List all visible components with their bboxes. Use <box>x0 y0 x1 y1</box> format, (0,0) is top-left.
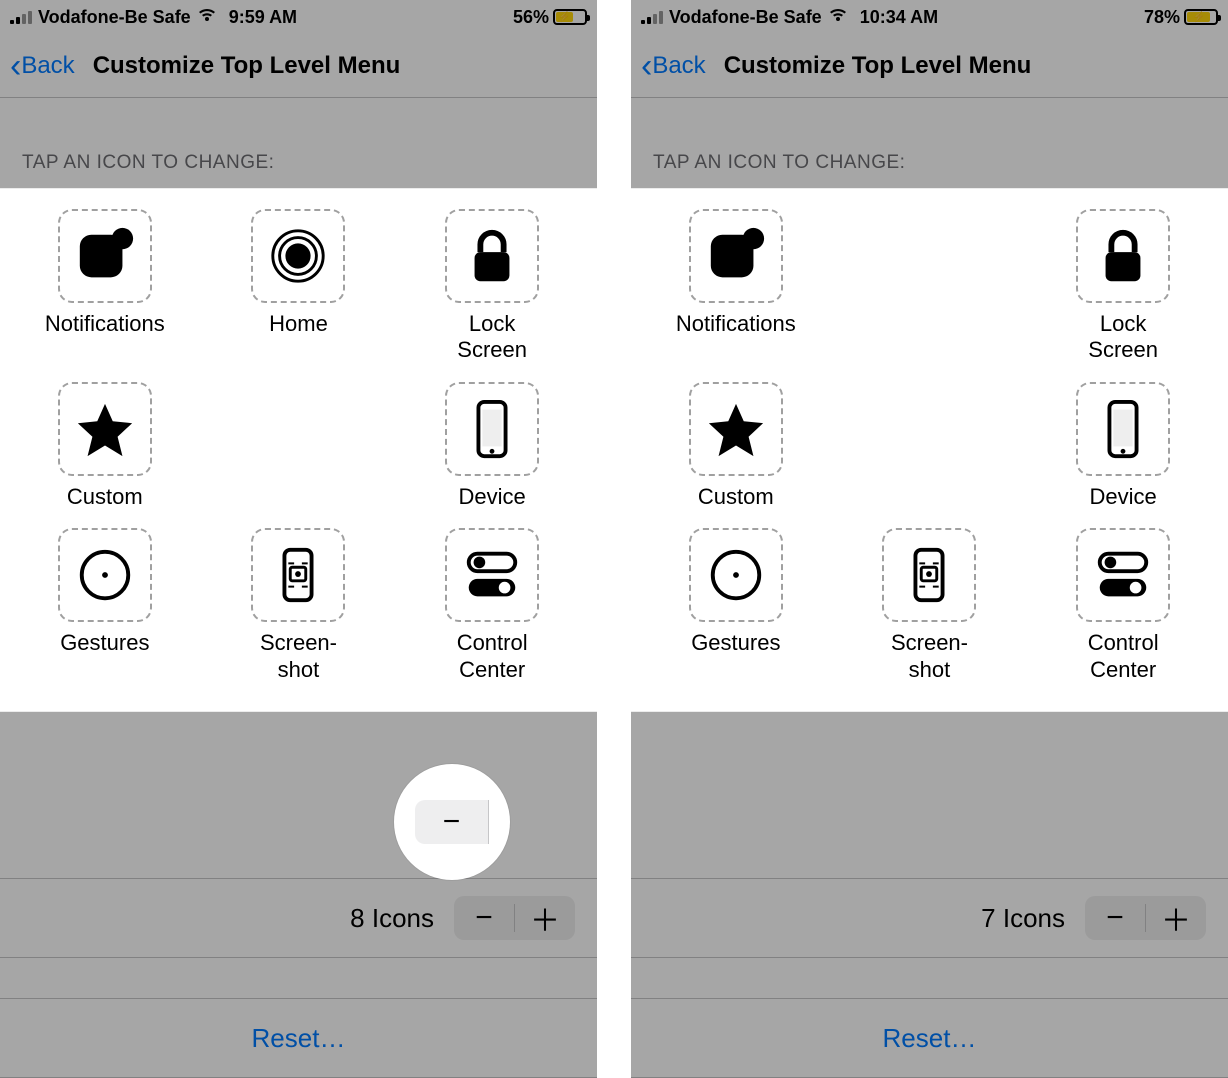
menu-item-label: Device <box>1090 484 1157 510</box>
menu-item-control[interactable]: Control Center <box>422 528 562 683</box>
menu-item-label: Device <box>459 484 526 510</box>
menu-item-label: Notifications <box>676 311 796 337</box>
notifications-icon <box>689 209 783 303</box>
battery-pct: 56% <box>513 7 549 28</box>
menu-item-label: Home <box>269 311 328 337</box>
stepper-minus-button[interactable]: − <box>454 896 514 940</box>
signal-icon <box>10 10 32 24</box>
gestures-icon <box>689 528 783 622</box>
icon-grid: Notifications Home Lock Screen Custom Device… <box>28 209 569 683</box>
menu-item-label: Control Center <box>457 630 528 683</box>
chevron-left-icon: ‹ <box>641 49 652 83</box>
device-icon <box>445 382 539 476</box>
page-title: Customize Top Level Menu <box>93 52 401 80</box>
home-icon <box>251 209 345 303</box>
device-icon <box>1076 382 1170 476</box>
icon-count-stepper[interactable]: − ＋ <box>454 896 575 940</box>
screenshot-icon <box>251 528 345 622</box>
menu-item-screenshot[interactable]: Screen- shot <box>859 528 999 683</box>
clock-label: 9:59 AM <box>229 7 297 28</box>
battery-icon: ⚡ <box>1184 9 1218 25</box>
clock-label: 10:34 AM <box>860 7 938 28</box>
menu-item-lock[interactable]: Lock Screen <box>1053 209 1193 364</box>
lock-icon <box>1076 209 1170 303</box>
menu-item-label: Custom <box>698 484 774 510</box>
menu-item-label: Control Center <box>1088 630 1159 683</box>
menu-item-label: Screen- shot <box>891 630 968 683</box>
menu-item-device[interactable]: Device <box>1053 382 1193 510</box>
menu-item-label: Notifications <box>45 311 165 337</box>
icon-count-stepper[interactable]: − ＋ <box>1085 896 1206 940</box>
menu-item-screenshot[interactable]: Screen- shot <box>228 528 368 683</box>
menu-item-label: Lock Screen <box>1088 311 1158 364</box>
icon-grid-panel: Notifications Lock Screen Custom Device Gest… <box>631 188 1228 712</box>
icon-count-row: 7 Icons − ＋ <box>631 878 1228 958</box>
stepper-plus-button[interactable]: ＋ <box>1146 896 1206 940</box>
menu-item-label: Lock Screen <box>457 311 527 364</box>
control-icon <box>1076 528 1170 622</box>
signal-icon <box>641 10 663 24</box>
screen-right: Vodafone-Be Safe 10:34 AM 78% ⚡ ‹ Back C… <box>631 0 1228 1078</box>
notifications-icon <box>58 209 152 303</box>
menu-item-label: Gestures <box>60 630 149 656</box>
menu-item-gestures[interactable]: Gestures <box>666 528 806 683</box>
icon-count-label: 8 Icons <box>350 903 434 934</box>
screen-left: Vodafone-Be Safe 9:59 AM 56% ⚡ ‹ Back Cu… <box>0 0 597 1078</box>
control-icon <box>445 528 539 622</box>
back-label: Back <box>652 52 705 80</box>
stepper-plus-button[interactable]: ＋ <box>515 896 575 940</box>
menu-item-control[interactable]: Control Center <box>1053 528 1193 683</box>
reset-button[interactable]: Reset… <box>252 1023 346 1054</box>
reset-row: Reset… <box>0 998 597 1078</box>
gestures-icon <box>58 528 152 622</box>
carrier-label: Vodafone-Be Safe <box>38 7 191 28</box>
stepper-minus-button[interactable]: − <box>1085 896 1145 940</box>
screen-divider <box>597 0 631 1078</box>
battery-pct: 78% <box>1144 7 1180 28</box>
chevron-left-icon: ‹ <box>10 49 21 83</box>
menu-item-gestures[interactable]: Gestures <box>35 528 175 683</box>
icon-count-row: 8 Icons − ＋ <box>0 878 597 958</box>
icon-grid: Notifications Lock Screen Custom Device Gest… <box>659 209 1200 683</box>
menu-item-label: Gestures <box>691 630 780 656</box>
carrier-label: Vodafone-Be Safe <box>669 7 822 28</box>
reset-button[interactable]: Reset… <box>883 1023 977 1054</box>
wifi-icon <box>197 7 217 28</box>
menu-item-label: Custom <box>67 484 143 510</box>
menu-item-lock[interactable]: Lock Screen <box>422 209 562 364</box>
battery-icon: ⚡ <box>553 9 587 25</box>
menu-item-custom[interactable]: Custom <box>666 382 806 510</box>
back-label: Back <box>21 52 74 80</box>
custom-icon <box>689 382 783 476</box>
screenshot-icon <box>882 528 976 622</box>
reset-row: Reset… <box>631 998 1228 1078</box>
back-button[interactable]: ‹ Back <box>10 49 75 83</box>
back-button[interactable]: ‹ Back <box>641 49 706 83</box>
status-bar: Vodafone-Be Safe 10:34 AM 78% ⚡ <box>631 0 1228 34</box>
navbar: ‹ Back Customize Top Level Menu <box>631 34 1228 98</box>
status-bar: Vodafone-Be Safe 9:59 AM 56% ⚡ <box>0 0 597 34</box>
menu-item-notifications[interactable]: Notifications <box>35 209 175 364</box>
menu-item-home[interactable]: Home <box>228 209 368 364</box>
lock-icon <box>445 209 539 303</box>
menu-item-notifications[interactable]: Notifications <box>666 209 806 364</box>
icon-grid-panel: Notifications Home Lock Screen Custom Device… <box>0 188 597 712</box>
menu-item-label: Screen- shot <box>260 630 337 683</box>
page-title: Customize Top Level Menu <box>724 52 1032 80</box>
menu-item-device[interactable]: Device <box>422 382 562 510</box>
icon-count-label: 7 Icons <box>981 903 1065 934</box>
navbar: ‹ Back Customize Top Level Menu <box>0 34 597 98</box>
section-header: TAP AN ICON TO CHANGE: <box>631 98 1228 188</box>
menu-item-custom[interactable]: Custom <box>35 382 175 510</box>
section-header: TAP AN ICON TO CHANGE: <box>0 98 597 188</box>
wifi-icon <box>828 7 848 28</box>
custom-icon <box>58 382 152 476</box>
